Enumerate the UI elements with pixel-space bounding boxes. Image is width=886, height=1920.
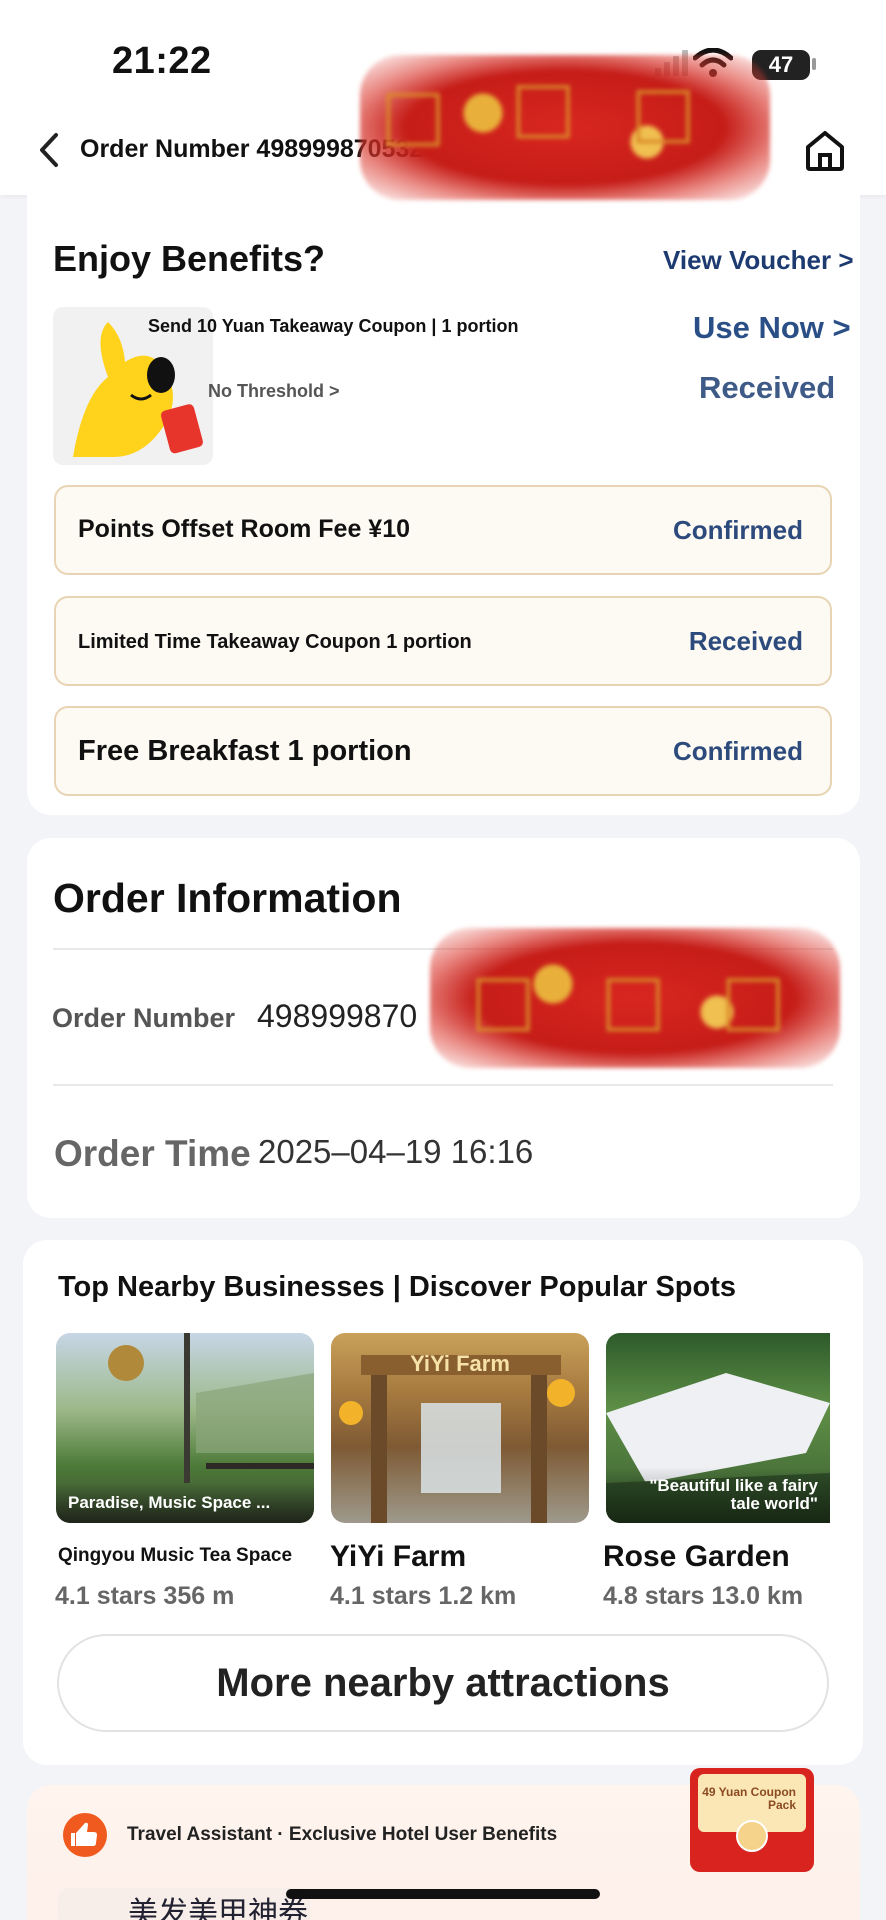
red-decoration-overlay: □ □ □ xyxy=(430,928,840,1068)
decor-glyph-icon: □ xyxy=(380,73,447,155)
decor-glyph-icon: □ xyxy=(720,958,787,1040)
home-icon[interactable] xyxy=(800,125,850,175)
battery-level: 47 xyxy=(768,52,794,77)
benefit-label: Free Breakfast 1 portion xyxy=(78,735,412,767)
order-time-label: Order Time xyxy=(54,1133,251,1174)
red-packet-seal-icon xyxy=(736,1820,768,1852)
benefit-row: Points Offset Room Fee ¥10 Confirmed xyxy=(54,485,832,575)
bottom-coupon-tile[interactable]: 美发美甲神券 xyxy=(58,1888,310,1920)
more-attractions-button[interactable]: More nearby attractions xyxy=(57,1634,829,1732)
benefit-row: Free Breakfast 1 portion Confirmed xyxy=(54,706,832,796)
spot-caption: YiYi Farm xyxy=(410,1351,510,1376)
order-number-value: 498999870 xyxy=(257,998,418,1034)
benefits-title: Enjoy Benefits? xyxy=(53,238,326,279)
decor-glyph-icon: □ xyxy=(470,958,537,1040)
no-threshold-link[interactable]: No Threshold > xyxy=(208,381,340,402)
assistant-text: Travel Assistant · Exclusive Hotel User … xyxy=(127,1824,558,1845)
status-time: 21:22 xyxy=(112,40,212,82)
benefit-label: Points Offset Room Fee ¥10 xyxy=(78,515,411,543)
benefit-status: Confirmed xyxy=(673,736,803,766)
order-time-value: 2025–04–19 16:16 xyxy=(258,1133,534,1170)
spot-image[interactable]: YiYi Farm xyxy=(331,1333,589,1523)
coupon-title: Send 10 Yuan Takeaway Coupon | 1 portion xyxy=(148,316,519,336)
view-voucher-link[interactable]: View Voucher > xyxy=(663,245,854,276)
decor-glyph-icon: □ xyxy=(510,65,577,147)
benefit-row: Limited Time Takeaway Coupon 1 portion R… xyxy=(54,596,832,686)
coupon-status: Received xyxy=(699,370,836,405)
spot-meta: 4.8 stars 13.0 km xyxy=(603,1582,804,1610)
order-number-label: Order Number xyxy=(52,1003,236,1033)
use-now-button[interactable]: Use Now > xyxy=(693,310,851,346)
spot-name[interactable]: Qingyou Music Tea Space xyxy=(58,1545,292,1567)
decor-glyph-icon: □ xyxy=(630,70,697,152)
benefit-label: Limited Time Takeaway Coupon 1 portion xyxy=(78,631,472,653)
home-indicator xyxy=(286,1889,600,1899)
benefit-status: Received xyxy=(688,626,803,656)
spot-image[interactable]: Paradise, Music Space ... xyxy=(56,1333,314,1523)
decor-glyph-icon: □ xyxy=(600,958,667,1040)
benefit-status: Confirmed xyxy=(673,515,803,545)
spot-name[interactable]: Rose Garden xyxy=(603,1540,790,1574)
red-packet-button[interactable]: 49 Yuan Coupon Pack xyxy=(690,1768,814,1872)
spot-image[interactable]: "Beautiful like a fairy tale world" xyxy=(606,1333,830,1523)
order-info-title: Order Information xyxy=(53,875,402,921)
thumbs-up-icon xyxy=(63,1813,107,1857)
spot-caption: "Beautiful like a fairy tale world" xyxy=(606,1467,830,1523)
red-decoration-overlay: □ □ □ xyxy=(360,55,770,200)
spot-meta: 4.1 stars 1.2 km xyxy=(330,1582,517,1610)
nearby-title: Top Nearby Businesses | Discover Popular… xyxy=(58,1271,737,1303)
spot-caption: Paradise, Music Space ... xyxy=(56,1483,314,1523)
back-arrow-icon[interactable] xyxy=(30,127,70,173)
spot-meta: 4.1 stars 356 m xyxy=(55,1582,235,1610)
battery-tip xyxy=(812,58,816,70)
divider xyxy=(53,1084,833,1086)
spot-name[interactable]: YiYi Farm xyxy=(330,1540,466,1574)
